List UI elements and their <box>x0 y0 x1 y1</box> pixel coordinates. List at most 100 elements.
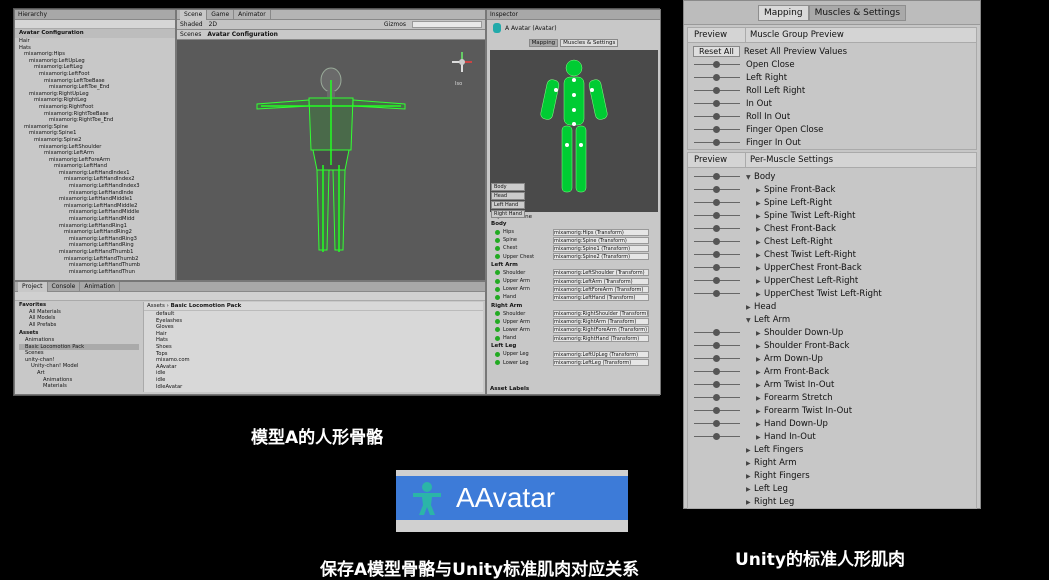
hierarchy-item[interactable]: mixamorig:LeftHandThun <box>19 269 175 276</box>
hierarchy-root[interactable]: Avatar Configuration <box>15 29 175 38</box>
muscle-label[interactable]: ▶ Right Leg <box>746 497 794 507</box>
muscle-slider[interactable] <box>688 378 746 391</box>
project-file-item[interactable]: Gloves <box>156 324 483 331</box>
muscle-slider[interactable] <box>688 287 746 300</box>
folder-item[interactable]: unity-chan! <box>19 357 139 364</box>
muscle-label[interactable]: ▶ UpperChest Front-Back <box>746 263 862 273</box>
muscle-label[interactable]: ▶ Head <box>746 302 776 312</box>
bone-transform-field[interactable]: mixamorig:LeftHand (Transform) <box>553 293 649 301</box>
slider-knob[interactable] <box>713 368 720 375</box>
mode-2d-toggle[interactable]: 2D <box>209 21 217 28</box>
collapsed-triangle-icon[interactable]: ▶ <box>756 252 764 259</box>
project-file-item[interactable]: Hair <box>156 331 483 338</box>
slider-knob[interactable] <box>713 251 720 258</box>
slider-knob[interactable] <box>713 139 720 146</box>
folder-item[interactable]: Scenes <box>19 350 139 357</box>
scene-search[interactable] <box>412 21 482 28</box>
slider-knob[interactable] <box>713 87 720 94</box>
folder-item[interactable]: Animations <box>19 337 139 344</box>
muscle-label[interactable]: ▶ Shoulder Front-Back <box>746 341 849 351</box>
collapsed-triangle-icon[interactable]: ▶ <box>756 434 764 441</box>
avatar-chip[interactable]: AAvatar <box>396 470 628 532</box>
tab-animation[interactable]: Animation <box>80 281 120 292</box>
tab-console[interactable]: Console <box>48 281 81 292</box>
slider-knob[interactable] <box>713 199 720 206</box>
bone-transform-field[interactable]: mixamorig:RightArm (Transform) <box>553 318 649 326</box>
muscle-slider[interactable] <box>688 222 746 235</box>
breadcrumb-folder[interactable]: Basic Locomotion Pack <box>171 303 242 309</box>
slider-knob[interactable] <box>713 238 720 245</box>
folder-item[interactable]: Basic Locomotion Pack <box>19 343 139 351</box>
bone-group-header[interactable]: Left Leg <box>487 342 660 350</box>
slider-knob[interactable] <box>713 225 720 232</box>
slider-knob[interactable] <box>713 329 720 336</box>
folder-item[interactable]: Art <box>19 370 139 377</box>
hierarchy-item[interactable]: mixamorig:LeftToe_End <box>19 84 175 91</box>
group-preview-slider[interactable] <box>688 84 746 97</box>
group-preview-slider[interactable] <box>688 58 746 71</box>
inspector-tab[interactable]: Inspector <box>490 11 518 18</box>
collapsed-triangle-icon[interactable]: ▶ <box>756 330 764 337</box>
breadcrumb-assets[interactable]: Assets <box>147 303 165 309</box>
muscle-slider[interactable] <box>688 170 746 183</box>
collapsed-triangle-icon[interactable]: ▶ <box>746 447 754 454</box>
hierarchy-item[interactable]: mixamorig:Spine1 <box>19 130 175 137</box>
tab-game[interactable]: Game <box>207 9 235 20</box>
head-button[interactable]: Head <box>491 192 525 200</box>
inspector-tab-muscles[interactable]: Muscles & Settings <box>560 39 619 47</box>
muscle-slider[interactable] <box>688 274 746 287</box>
group-preview-slider[interactable] <box>688 97 746 110</box>
expanded-triangle-icon[interactable]: ▼ <box>746 174 754 181</box>
muscle-slider[interactable] <box>688 365 746 378</box>
project-file-item[interactable]: Shoes <box>156 344 483 351</box>
tab-mapping[interactable]: Mapping <box>757 4 809 21</box>
muscle-label[interactable]: ▶ Arm Twist In-Out <box>746 380 834 390</box>
folder-item[interactable]: Unity-chan! Model <box>19 363 139 370</box>
hierarchy-item[interactable]: mixamorig:LeftHandMiddle2 <box>19 203 175 210</box>
collapsed-triangle-icon[interactable]: ▶ <box>756 239 764 246</box>
muscle-label[interactable]: ▶ Left Fingers <box>746 445 803 455</box>
slider-knob[interactable] <box>713 355 720 362</box>
muscle-label[interactable]: ▶ Right Fingers <box>746 471 810 481</box>
hierarchy-item[interactable]: mixamorig:RightToeBase <box>19 111 175 118</box>
muscle-slider[interactable] <box>688 339 746 352</box>
bone-transform-field[interactable]: mixamorig:RightHand (Transform) <box>553 334 649 342</box>
muscle-label[interactable]: ▶ Chest Front-Back <box>746 224 836 234</box>
muscle-label[interactable]: ▶ Right Arm <box>746 458 797 468</box>
hierarchy-item[interactable]: mixamorig:LeftHandRing3 <box>19 236 175 243</box>
hierarchy-item[interactable]: Hair <box>19 38 175 45</box>
muscle-label[interactable]: ▶ UpperChest Left-Right <box>746 276 858 286</box>
collapsed-triangle-icon[interactable]: ▶ <box>746 499 754 506</box>
muscle-slider[interactable] <box>688 326 746 339</box>
project-file-item[interactable]: idle <box>156 377 483 384</box>
hierarchy-search[interactable] <box>15 20 175 29</box>
hierarchy-item[interactable]: mixamorig:LeftHandIndex2 <box>19 176 175 183</box>
hierarchy-item[interactable]: mixamorig:LeftHandIndex1 <box>19 170 175 177</box>
slider-knob[interactable] <box>713 433 720 440</box>
bone-transform-field[interactable]: mixamorig:RightShoulder (Transform) <box>553 310 649 318</box>
muscle-label[interactable]: ▶ Shoulder Down-Up <box>746 328 843 338</box>
slider-knob[interactable] <box>713 264 720 271</box>
hierarchy-item[interactable]: mixamorig:LeftHandThumb2 <box>19 256 175 263</box>
hierarchy-item[interactable]: mixamorig:LeftFoot <box>19 71 175 78</box>
bone-transform-field[interactable]: mixamorig:Spine1 (Transform) <box>553 244 649 252</box>
muscle-label[interactable]: ▶ Spine Left-Right <box>746 198 832 208</box>
hierarchy-item[interactable]: mixamorig:Spine2 <box>19 137 175 144</box>
muscle-label[interactable]: ▶ Spine Front-Back <box>746 185 835 195</box>
muscle-label[interactable]: ▶ UpperChest Twist Left-Right <box>746 289 882 299</box>
breadcrumb-avatar-config[interactable]: Avatar Configuration <box>207 31 278 38</box>
hierarchy-item[interactable]: mixamorig:LeftLeg <box>19 64 175 71</box>
bone-transform-field[interactable]: mixamorig:LeftArm (Transform) <box>553 277 649 285</box>
collapsed-triangle-icon[interactable]: ▶ <box>756 408 764 415</box>
hierarchy-item[interactable]: mixamorig:LeftHandRing <box>19 242 175 249</box>
collapsed-triangle-icon[interactable]: ▶ <box>746 473 754 480</box>
hierarchy-item[interactable]: Hats <box>19 45 175 52</box>
hierarchy-item[interactable]: mixamorig:LeftUpLeg <box>19 58 175 65</box>
shading-dropdown[interactable]: Shaded <box>180 21 203 28</box>
hierarchy-item[interactable]: mixamorig:LeftHandMidd <box>19 216 175 223</box>
slider-knob[interactable] <box>713 173 720 180</box>
hierarchy-item[interactable]: mixamorig:LeftForeArm <box>19 157 175 164</box>
hierarchy-item[interactable]: mixamorig:RightToe_End <box>19 117 175 124</box>
muscle-label[interactable]: ▶ Arm Front-Back <box>746 367 829 377</box>
expanded-triangle-icon[interactable]: ▼ <box>746 317 754 324</box>
